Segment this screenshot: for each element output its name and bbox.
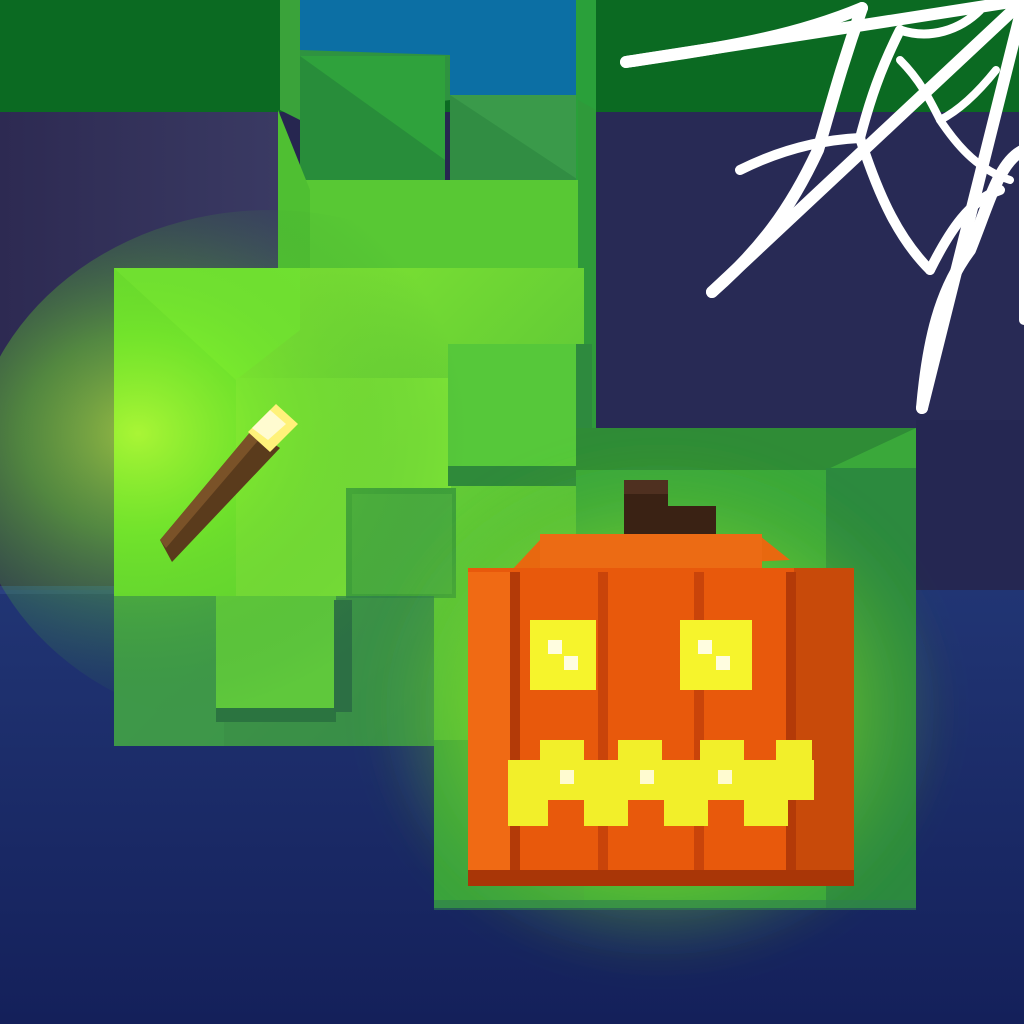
voxel-scene [0,0,1024,1024]
app-icon-scene [0,0,1024,1024]
